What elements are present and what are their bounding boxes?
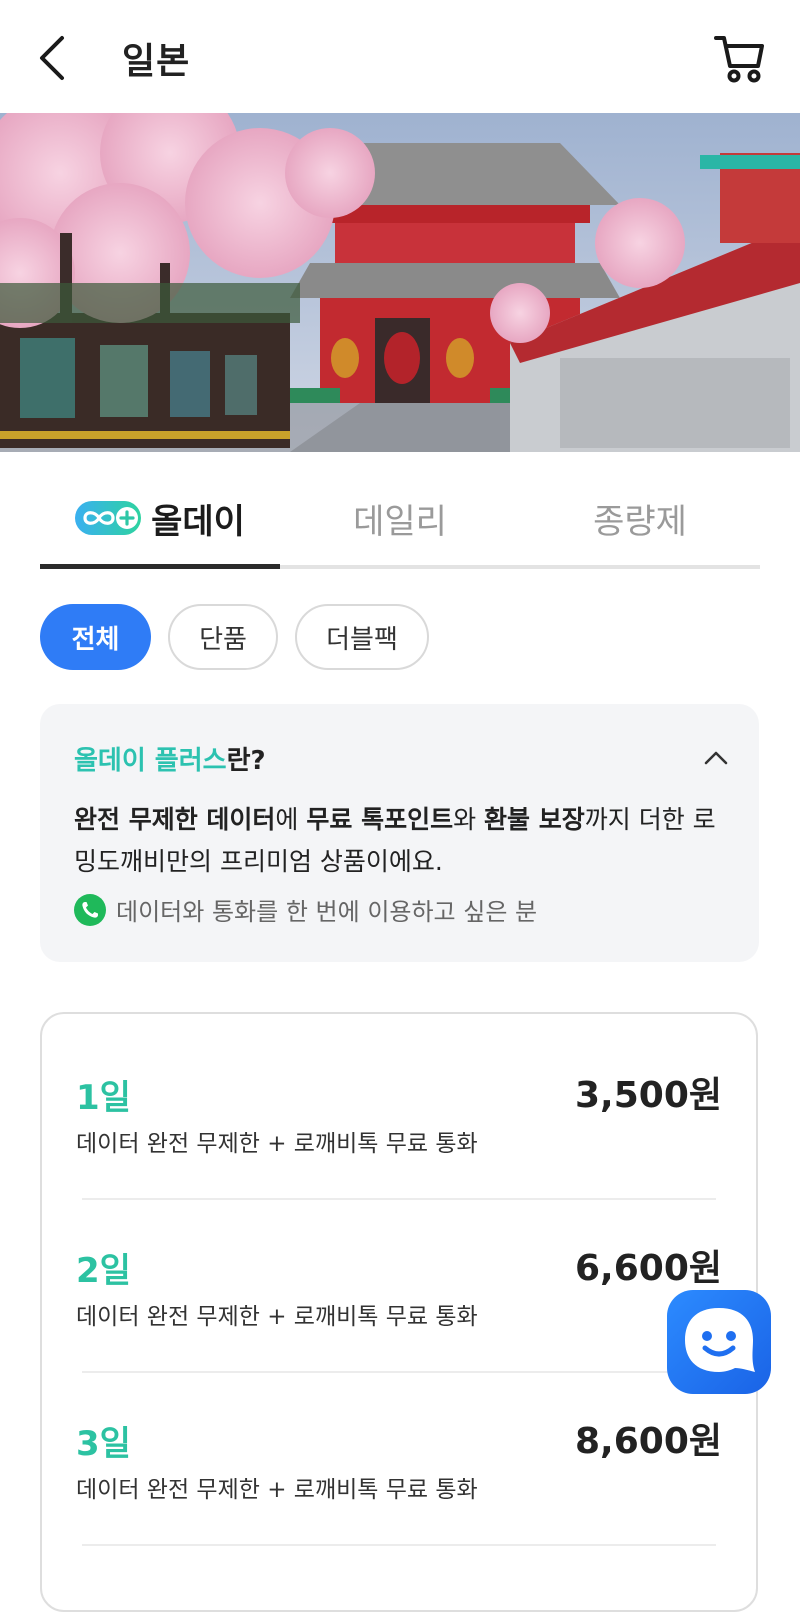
plan-duration: 2일 [76, 1251, 131, 1291]
plan-description: 데이터 완전 무제한 + 로깨비톡 무료 통화 [76, 1131, 478, 1157]
info-note: 데이터와 통화를 한 번에 이용하고 싶은 분 [74, 892, 537, 927]
plan-duration: 3일 [76, 1424, 131, 1464]
desc-text: 와 [453, 805, 485, 834]
info-title-rest: 란? [226, 746, 266, 776]
allday-infinity-plus-icon [75, 501, 142, 535]
phone-icon [74, 893, 106, 926]
chevron-up-icon [704, 751, 728, 765]
filter-chip-double-pack[interactable]: 더블팩 [295, 604, 429, 670]
plan-type-tabs: 올데이 데일리 종량제 [40, 470, 760, 570]
plan-list: 1일 데이터 완전 무제한 + 로깨비톡 무료 통화 3,500원 2일 데이터… [40, 1012, 758, 1612]
plan-item-1day[interactable]: 1일 데이터 완전 무제한 + 로깨비톡 무료 통화 3,500원 [42, 1014, 756, 1186]
desc-unlimited-data: 완전 무제한 데이터 [74, 805, 276, 834]
info-title-accent: 올데이 플러스 [74, 746, 227, 776]
allday-plus-info-panel: 올데이 플러스란? 완전 무제한 데이터에 무료 톡포인트와 환불 보장까지 더… [40, 704, 759, 962]
desc-free-talk-points: 무료 톡포인트 [306, 805, 454, 834]
chatbot-face-icon [667, 1290, 771, 1394]
tab-allday[interactable]: 올데이 [40, 470, 280, 566]
tab-active-indicator [40, 564, 280, 569]
collapse-button[interactable] [700, 742, 732, 774]
tab-daily[interactable]: 데일리 [280, 470, 520, 566]
back-button[interactable] [30, 30, 80, 84]
plan-description: 데이터 완전 무제한 + 로깨비톡 무료 통화 [76, 1304, 478, 1330]
info-description: 완전 무제한 데이터에 무료 톡포인트와 환불 보장까지 더한 로밍도깨비만의 … [74, 799, 734, 883]
app-header: 일본 [0, 0, 800, 113]
plan-duration: 1일 [76, 1078, 131, 1118]
filter-chip-all[interactable]: 전체 [40, 604, 151, 670]
tab-allday-label: 올데이 [151, 501, 245, 542]
hero-image-japan-temple [0, 113, 800, 452]
page-title: 일본 [122, 41, 191, 82]
plan-price: 6,600원 [575, 1248, 722, 1289]
desc-text: 에 [275, 805, 307, 834]
desc-refund-guarantee: 환불 보장 [484, 805, 585, 834]
tab-payg[interactable]: 종량제 [520, 470, 760, 566]
info-title: 올데이 플러스란? [74, 740, 266, 777]
cart-icon [714, 36, 764, 83]
plan-price: 8,600원 [575, 1421, 722, 1462]
filter-chip-single[interactable]: 단품 [168, 604, 278, 670]
plan-item-3day[interactable]: 3일 데이터 완전 무제한 + 로깨비톡 무료 통화 8,600원 [42, 1360, 756, 1532]
plan-price: 3,500원 [575, 1075, 722, 1116]
info-note-text: 데이터와 통화를 한 번에 이용하고 싶은 분 [116, 898, 538, 926]
plan-divider [82, 1544, 716, 1546]
plan-item-2day[interactable]: 2일 데이터 완전 무제한 + 로깨비톡 무료 통화 6,600원 [42, 1187, 756, 1359]
chat-support-button[interactable] [665, 1288, 773, 1396]
chevron-left-icon [40, 36, 64, 80]
cart-button[interactable] [712, 30, 768, 86]
plan-description: 데이터 완전 무제한 + 로깨비톡 무료 통화 [76, 1477, 478, 1503]
